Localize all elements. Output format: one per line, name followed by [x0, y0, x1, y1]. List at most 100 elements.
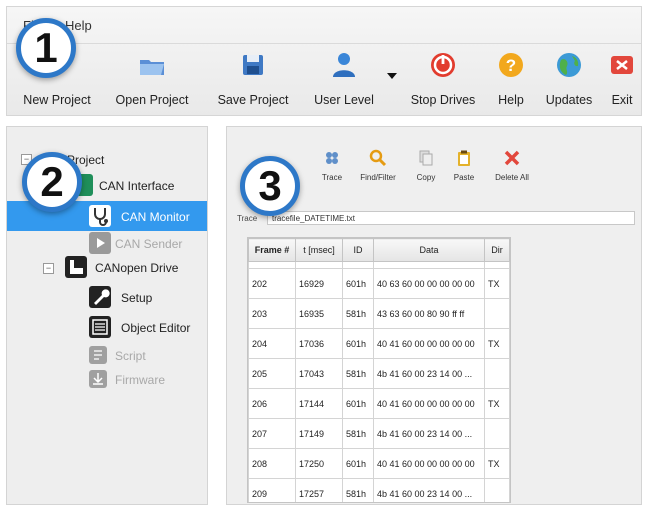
- table-cell-id: 581h: [342, 298, 374, 329]
- copy-button[interactable]: Copy: [411, 149, 441, 182]
- tree-item-canopen-drive[interactable]: − CANopen Drive: [7, 255, 207, 281]
- can-frame-table[interactable]: Frame # t [msec] ID Data Dir 202 16929 601…: [247, 237, 511, 503]
- tree-item-setup[interactable]: Setup: [7, 285, 207, 311]
- paste-button[interactable]: Paste: [449, 149, 479, 182]
- table-cell-id: 581h: [342, 418, 374, 449]
- table-cell-t: 17250: [295, 448, 343, 479]
- find-filter-label: Find/Filter: [360, 173, 396, 182]
- column-header-time[interactable]: t [msec]: [295, 238, 343, 262]
- stop-icon: [431, 53, 455, 77]
- table-cell: [248, 261, 296, 269]
- table-cell-t: 16929: [295, 268, 343, 299]
- table-cell-frame: 204: [248, 328, 296, 359]
- tree-item-firmware[interactable]: Firmware: [7, 367, 207, 393]
- open-project-button[interactable]: Open Project: [111, 51, 193, 107]
- help-label: Help: [498, 93, 524, 107]
- delete-all-button[interactable]: Delete All: [489, 149, 535, 182]
- tree-item-object-editor[interactable]: Object Editor: [7, 315, 207, 341]
- download-icon: [89, 370, 107, 388]
- table-row[interactable]: 207 17149 581h 4b 41 60 00 23 14 00 ...: [248, 418, 510, 449]
- save-project-button[interactable]: Save Project: [211, 51, 295, 107]
- table-cell-frame: 209: [248, 478, 296, 502]
- help-button[interactable]: ? Help: [493, 51, 529, 107]
- table-row[interactable]: 204 17036 601h 40 41 60 00 00 00 00 00 TX: [248, 328, 510, 359]
- exit-icon: [611, 56, 633, 74]
- table-cell-data: 4b 41 60 00 23 14 00 ...: [373, 358, 485, 389]
- wrench-icon: [89, 286, 111, 308]
- tree-item-label: CANopen Drive: [95, 261, 179, 275]
- trace-button[interactable]: Trace: [317, 149, 347, 182]
- tree-item-label: Script: [115, 349, 146, 363]
- table-cell-dir: TX: [484, 448, 510, 479]
- globe-icon: [557, 53, 581, 77]
- help-icon: ?: [499, 53, 523, 77]
- trace-file-field[interactable]: [267, 211, 635, 225]
- table-cell-dir: TX: [484, 388, 510, 419]
- table-row[interactable]: 205 17043 581h 4b 41 60 00 23 14 00 ...: [248, 358, 510, 389]
- table-cell-dir: [484, 478, 510, 502]
- table-cell: [295, 261, 343, 269]
- stop-drives-label: Stop Drives: [410, 93, 476, 107]
- table-cell-dir: [484, 358, 510, 389]
- table-row[interactable]: 202 16929 601h 40 63 60 00 00 00 00 00 TX: [248, 268, 510, 299]
- column-header-data[interactable]: Data: [373, 238, 485, 262]
- tree-item-label: Firmware: [115, 373, 165, 387]
- table-cell-data: 4b 41 60 00 23 14 00 ...: [373, 478, 485, 502]
- user-level-button[interactable]: User Level: [309, 51, 379, 107]
- user-icon: [333, 53, 355, 77]
- new-project-label: New Project: [23, 93, 91, 107]
- stop-drives-button[interactable]: Stop Drives: [405, 51, 481, 107]
- drive-icon: [65, 256, 87, 278]
- exit-button[interactable]: Exit: [607, 51, 637, 107]
- copy-icon: [419, 150, 433, 166]
- script-icon: [89, 346, 107, 364]
- menu-bar: File Help: [7, 7, 641, 44]
- table-cell: [342, 261, 374, 269]
- trace-file-row: Trace: [237, 211, 635, 227]
- table-row[interactable]: 208 17250 601h 40 41 60 00 00 00 00 00 TX: [248, 448, 510, 479]
- callout-badge-1: 1: [16, 18, 76, 78]
- main-toolbar-panel: File Help New Project Open Project Save …: [6, 6, 642, 116]
- tree-item-label: Setup: [121, 291, 153, 305]
- updates-button[interactable]: Updates: [541, 51, 597, 107]
- toolbar: New Project Open Project Save Project Us…: [7, 47, 641, 115]
- user-level-dropdown-icon[interactable]: [387, 73, 397, 79]
- table-cell-t: 17149: [295, 418, 343, 449]
- table-cell-data: 43 63 60 00 80 90 ff ff: [373, 298, 485, 329]
- magnifier-icon: [369, 149, 387, 167]
- column-header-dir[interactable]: Dir: [484, 238, 510, 262]
- table-row[interactable]: 203 16935 581h 43 63 60 00 80 90 ff ff: [248, 298, 510, 329]
- user-level-label: User Level: [314, 93, 374, 107]
- callout-badge-3: 3: [240, 156, 300, 216]
- updates-label: Updates: [545, 93, 593, 107]
- tree-item-script[interactable]: Script: [7, 343, 207, 369]
- table-row-partial[interactable]: [248, 261, 510, 269]
- table-cell-t: 16935: [295, 298, 343, 329]
- column-header-frame[interactable]: Frame #: [248, 238, 296, 262]
- tree-item-can-sender[interactable]: CAN Sender: [7, 231, 207, 257]
- table-cell-dir: TX: [484, 268, 510, 299]
- save-disk-icon: [243, 55, 263, 75]
- trace-icon: [326, 152, 338, 164]
- table-cell-dir: [484, 298, 510, 329]
- table-cell-data: 4b 41 60 00 23 14 00 ...: [373, 418, 485, 449]
- table-cell-frame: 205: [248, 358, 296, 389]
- trace-file-label: Trace: [237, 214, 258, 223]
- table-row[interactable]: 209 17257 581h 4b 41 60 00 23 14 00 ...: [248, 478, 510, 502]
- table-cell-t: 17036: [295, 328, 343, 359]
- column-header-id[interactable]: ID: [342, 238, 374, 262]
- exit-label: Exit: [611, 93, 633, 107]
- find-filter-button[interactable]: Find/Filter: [355, 149, 401, 182]
- table-cell-frame: 203: [248, 298, 296, 329]
- tree-item-label: Object Editor: [121, 321, 191, 335]
- table-cell: [484, 261, 510, 269]
- delete-all-label: Delete All: [495, 173, 529, 182]
- frame-grid: Frame # t [msec] ID Data Dir 202 16929 601…: [248, 238, 510, 502]
- copy-label: Copy: [416, 173, 436, 182]
- table-cell-id: 601h: [342, 268, 374, 299]
- svg-text:?: ?: [506, 56, 516, 75]
- table-cell-t: 17043: [295, 358, 343, 389]
- table-row[interactable]: 206 17144 601h 40 41 60 00 00 00 00 00 TX: [248, 388, 510, 419]
- stethoscope-icon: [89, 205, 111, 227]
- collapse-icon[interactable]: −: [43, 263, 54, 274]
